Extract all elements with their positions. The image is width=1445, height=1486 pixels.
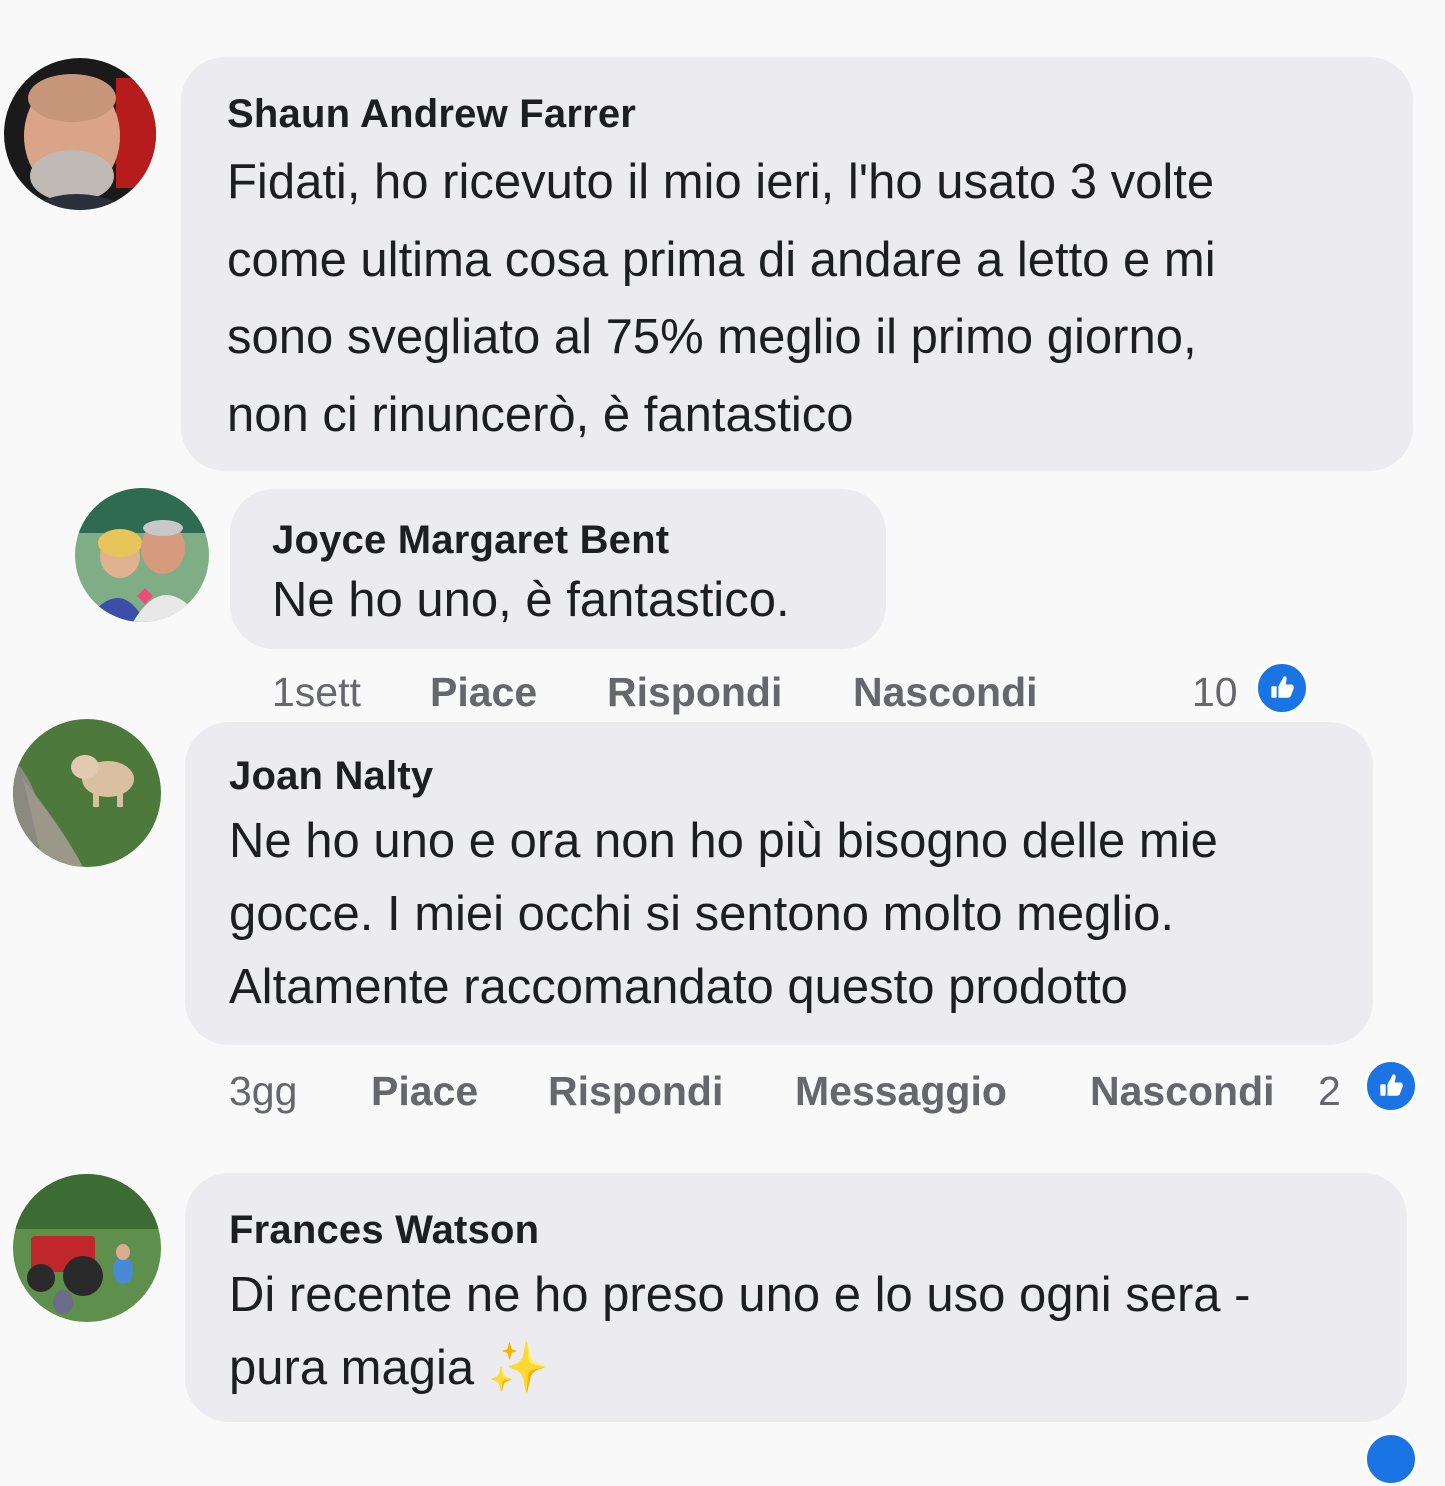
comment-text: Ne ho uno, è fantastico. xyxy=(272,570,790,630)
reaction-count[interactable]: 2 xyxy=(1318,1066,1341,1116)
comment-text-line: Di recente ne ho preso uno e lo uso ogni… xyxy=(229,1268,1251,1322)
timestamp-link[interactable]: 3gg xyxy=(229,1066,297,1116)
message-button[interactable]: Messaggio xyxy=(795,1066,1007,1116)
comment-actions: 1sett Piace Rispondi Nascondi 10 xyxy=(0,667,1445,717)
reaction-count[interactable]: 10 xyxy=(1192,667,1238,717)
avatar-joan-nalty[interactable] xyxy=(13,719,161,867)
comment-text-line: Altamente raccomandato questo prodotto xyxy=(229,960,1128,1014)
comment-text-line: Ne ho uno e ora non ho più bisogno delle… xyxy=(229,814,1218,868)
comment-author[interactable]: Joan Nalty xyxy=(229,756,433,796)
hide-button[interactable]: Nascondi xyxy=(853,667,1038,717)
avatar-photo-dog-icon xyxy=(13,719,161,867)
comment-text-line: non ci rinuncerò, è fantastico xyxy=(227,387,854,442)
comment-text: Fidati, ho ricevuto il mio ieri, l'ho us… xyxy=(227,144,1216,454)
like-reaction-icon[interactable] xyxy=(1364,1432,1418,1486)
comment-text-line: come ultima cosa prima di andare a letto… xyxy=(227,232,1216,287)
comment-text: Di recente ne ho preso uno e lo uso ogni… xyxy=(229,1259,1250,1405)
comment-text-line: sono svegliato al 75% meglio il primo gi… xyxy=(227,310,1197,364)
avatar-frances-watson[interactable] xyxy=(13,1174,161,1322)
like-button[interactable]: Piace xyxy=(430,667,537,717)
comment-text-line: Fidati, ho ricevuto il mio ieri, l'ho us… xyxy=(227,155,1215,209)
comment-author[interactable]: Shaun Andrew Farrer xyxy=(227,94,636,134)
hide-button[interactable]: Nascondi xyxy=(1090,1066,1275,1116)
comment-author[interactable]: Joyce Margaret Bent xyxy=(272,520,669,560)
avatar-shaun-andrew-farrer[interactable] xyxy=(4,58,156,210)
reply-button[interactable]: Rispondi xyxy=(548,1066,723,1116)
like-button[interactable]: Piace xyxy=(371,1066,478,1116)
avatar-photo-tractor-icon xyxy=(13,1174,161,1322)
avatar-photo-man-icon xyxy=(4,58,156,210)
avatar-joyce-margaret-bent[interactable] xyxy=(75,488,209,622)
comment-actions: 3gg Piace Rispondi Messaggio Nascondi 2 xyxy=(0,1066,1445,1116)
comment-author[interactable]: Frances Watson xyxy=(229,1210,539,1250)
comment-text: Ne ho uno e ora non ho più bisogno delle… xyxy=(229,805,1218,1024)
comment-text-line: Ne ho uno, è fantastico. xyxy=(272,573,790,627)
reply-button[interactable]: Rispondi xyxy=(607,667,782,717)
like-reaction-icon[interactable] xyxy=(1364,1059,1418,1113)
sparkles-emoji-icon: ✨ xyxy=(487,1341,549,1395)
like-reaction-icon[interactable] xyxy=(1255,661,1309,715)
avatar-photo-couple-icon xyxy=(75,488,209,622)
timestamp-link[interactable]: 1sett xyxy=(272,667,361,717)
comment-text-fragment: pura magia xyxy=(229,1341,475,1395)
comment-text-line: gocce. I miei occhi si sentono molto meg… xyxy=(229,887,1175,941)
comment-text-line: pura magia ✨ xyxy=(229,1332,1250,1405)
